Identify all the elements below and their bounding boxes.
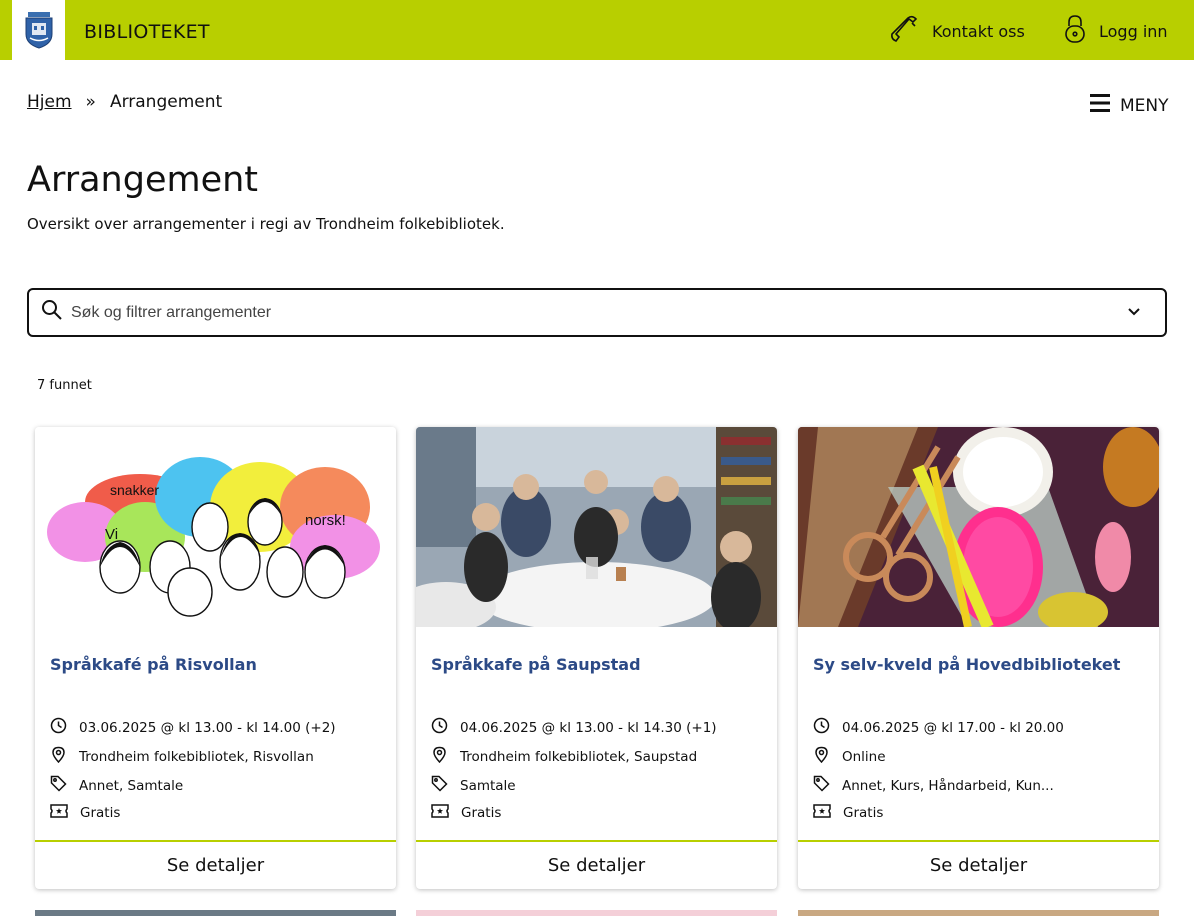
page-description: Oversikt over arrangementer i regi av Tr…: [27, 215, 505, 233]
contact-label: Kontakt oss: [932, 21, 1025, 41]
hamburger-icon: [1090, 94, 1110, 117]
event-location-text: Trondheim folkebibliotek, Risvollan: [79, 748, 314, 765]
login-label: Logg inn: [1099, 21, 1168, 41]
location-pin-icon: [813, 746, 830, 767]
lock-icon: [1063, 14, 1087, 48]
event-image: [416, 427, 777, 627]
tag-icon: [813, 775, 830, 796]
menu-label: MENY: [1120, 95, 1169, 116]
breadcrumb-current: Arrangement: [109, 92, 223, 112]
event-date: 03.06.2025 @ kl 13.00 - kl 14.00 (+2): [50, 717, 336, 738]
site-title[interactable]: BIBLIOTEKET: [84, 21, 210, 43]
menu-button[interactable]: MENY: [1090, 94, 1169, 117]
page-title: Arrangement: [27, 160, 259, 200]
phone-icon: [888, 13, 920, 49]
event-location: Trondheim folkebibliotek, Risvollan: [50, 746, 314, 767]
clock-icon: [813, 717, 830, 738]
contact-link[interactable]: Kontakt oss: [888, 14, 1025, 48]
search-icon: [41, 299, 63, 326]
event-card[interactable]: Sy selv-kveld på Hovedbiblioteket 04.06.…: [798, 427, 1159, 889]
image-word-norsk: norsk!: [305, 512, 346, 529]
event-title[interactable]: Språkkafe på Saupstad: [431, 655, 641, 674]
event-location-text: Trondheim folkebibliotek, Saupstad: [460, 748, 698, 765]
coat-of-arms-logo[interactable]: [12, 0, 65, 60]
breadcrumb-home-link[interactable]: Hjem: [27, 92, 72, 112]
event-card[interactable]: Språkkafe på Saupstad 04.06.2025 @ kl 13…: [416, 427, 777, 889]
see-details-button[interactable]: Se detaljer: [416, 840, 777, 889]
chevron-down-icon[interactable]: [1127, 304, 1141, 323]
event-location-text: Online: [842, 748, 886, 765]
next-card-peek: [416, 910, 777, 916]
image-word-vi: Vi: [105, 526, 118, 543]
event-tags: Samtale: [431, 775, 516, 796]
location-pin-icon: [431, 746, 448, 767]
event-tags-text: Annet, Kurs, Håndarbeid, Kun...: [842, 777, 1054, 794]
event-image: Vi snakker norsk!: [35, 427, 396, 627]
event-price: Gratis: [431, 804, 501, 822]
results-count: 7 funnet: [37, 378, 92, 393]
tag-icon: [431, 775, 448, 796]
search-filter-box[interactable]: [27, 288, 1167, 337]
event-price-text: Gratis: [80, 805, 121, 821]
event-tags: Annet, Kurs, Håndarbeid, Kun...: [813, 775, 1054, 796]
event-image: [798, 427, 1159, 627]
tag-icon: [50, 775, 67, 796]
event-price: Gratis: [813, 804, 883, 822]
event-date-text: 03.06.2025 @ kl 13.00 - kl 14.00 (+2): [79, 719, 336, 736]
event-tags-text: Annet, Samtale: [79, 777, 184, 794]
breadcrumb: Hjem » Arrangement: [27, 92, 222, 112]
ticket-icon: [50, 804, 68, 822]
see-details-button[interactable]: Se detaljer: [798, 840, 1159, 889]
event-price-text: Gratis: [461, 805, 502, 821]
event-price-text: Gratis: [843, 805, 884, 821]
event-location: Trondheim folkebibliotek, Saupstad: [431, 746, 697, 767]
image-word-snakker: snakker: [110, 482, 159, 498]
clock-icon: [50, 717, 67, 738]
event-card[interactable]: Vi snakker norsk! Språkkafé på Risvollan…: [35, 427, 396, 889]
event-tags: Annet, Samtale: [50, 775, 183, 796]
event-location: Online: [813, 746, 886, 767]
top-bar: BIBLIOTEKET Kontakt oss Logg inn: [0, 0, 1194, 60]
event-date-text: 04.06.2025 @ kl 17.00 - kl 20.00: [842, 719, 1064, 736]
next-card-peek: [798, 910, 1159, 916]
clock-icon: [431, 717, 448, 738]
ticket-icon: [431, 804, 449, 822]
next-card-peek: [35, 910, 396, 916]
event-date: 04.06.2025 @ kl 13.00 - kl 14.30 (+1): [431, 717, 717, 738]
location-pin-icon: [50, 746, 67, 767]
event-price: Gratis: [50, 804, 120, 822]
breadcrumb-separator: »: [85, 92, 96, 112]
event-date: 04.06.2025 @ kl 17.00 - kl 20.00: [813, 717, 1064, 738]
event-date-text: 04.06.2025 @ kl 13.00 - kl 14.30 (+1): [460, 719, 717, 736]
login-link[interactable]: Logg inn: [1063, 14, 1168, 48]
ticket-icon: [813, 804, 831, 822]
see-details-button[interactable]: Se detaljer: [35, 840, 396, 889]
search-input[interactable]: [71, 303, 1071, 322]
event-title[interactable]: Sy selv-kveld på Hovedbiblioteket: [813, 655, 1120, 674]
event-title[interactable]: Språkkafé på Risvollan: [50, 655, 257, 674]
event-tags-text: Samtale: [460, 777, 516, 794]
